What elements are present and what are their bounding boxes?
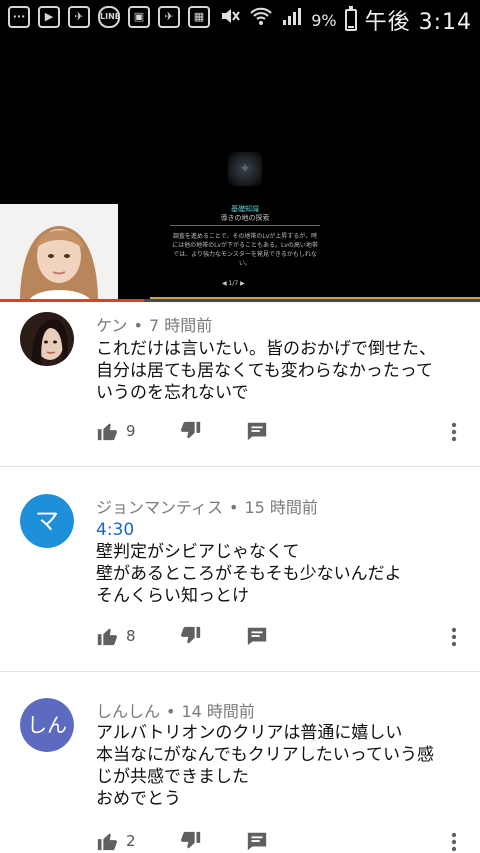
video-timestamp-link[interactable]: 4:30 <box>96 520 134 540</box>
thumbs-up-icon <box>97 833 117 851</box>
comment-meta: しんしん • 14 時間前 <box>96 702 255 721</box>
like-count: 9 <box>126 422 136 440</box>
comment-text: 壁判定がシビアじゃなくて 壁があるところがそもそも少ないんだよ そんくらい知っと… <box>96 542 402 606</box>
reply-icon <box>247 422 267 441</box>
comment-text: アルバトリオンのクリアは普通に嬉しい 本当なにがなんでもクリアしたいっていう感 … <box>96 723 434 809</box>
game-divider <box>170 225 320 226</box>
video-player[interactable]: ✦ 基礎知識 導きの地の探索 調査を進めることで、その地帯のLvが上昇するが、時… <box>0 34 480 302</box>
thumbs-up-icon <box>97 423 117 441</box>
like-count: 8 <box>126 627 136 645</box>
like-button[interactable]: 2 <box>96 830 136 853</box>
game-tutorial-text: 調査を進めることで、その地帯のLvが上昇するが、時には他の地帯のLvが下がること… <box>172 233 318 267</box>
avatar[interactable] <box>20 312 74 366</box>
comment-time: 14 時間前 <box>181 702 255 721</box>
like-count: 2 <box>126 832 136 850</box>
thumbs-up-icon <box>97 628 117 646</box>
game-pager: ◀ 1/7 ▶ <box>222 280 245 287</box>
line-icon: LINE <box>98 6 120 28</box>
battery-icon <box>344 6 357 31</box>
reply-icon <box>247 627 267 646</box>
more-vert-icon <box>451 422 457 442</box>
more-vert-icon <box>451 627 457 647</box>
reply-icon <box>247 832 267 851</box>
youtube-icon: ▶ <box>38 6 60 28</box>
app-icon: ▦ <box>188 6 210 28</box>
comment-actions: 2 <box>96 830 466 853</box>
like-button[interactable]: 9 <box>96 420 136 444</box>
more-notifications-icon: ··· <box>8 6 30 28</box>
wifi-icon <box>249 5 273 35</box>
satellite-off-icon: ✈ <box>158 6 180 28</box>
thumbs-down-icon <box>181 421 201 439</box>
comment-actions: 9 <box>96 420 466 444</box>
comment-author[interactable]: ジョンマンティス <box>96 498 223 517</box>
satellite-icon: ✈ <box>68 6 90 28</box>
reply-button[interactable] <box>246 830 268 853</box>
comment-meta: ジョンマンティス • 15 時間前 <box>96 498 318 517</box>
game-tutorial-subtitle: 導きの地の探索 <box>220 214 270 222</box>
more-options-button[interactable] <box>448 830 460 853</box>
facecam <box>0 204 118 302</box>
notification-icons: ··· ▶ ✈ LINE ▣ ✈ ▦ <box>8 6 210 28</box>
game-emblem-icon: ✦ <box>228 152 262 186</box>
comment-item: しん しんしん • 14 時間前 アルバトリオンのクリアは普通に嬉しい 本当なにがな… <box>0 672 480 853</box>
mute-icon <box>219 5 241 35</box>
comment-author[interactable]: ケン <box>96 316 128 335</box>
like-button[interactable]: 8 <box>96 625 136 649</box>
more-options-button[interactable] <box>448 420 460 444</box>
comment-item: ケン • 7 時間前 これだけは言いたい。皆のおかげで倒せた、 自分は居ても居なくて… <box>0 302 480 466</box>
comment-time: 7 時間前 <box>148 316 213 335</box>
more-vert-icon <box>451 832 457 852</box>
avatar[interactable]: マ <box>20 494 74 548</box>
comment-meta: ケン • 7 時間前 <box>96 316 213 335</box>
dislike-button[interactable] <box>180 830 202 853</box>
status-bar: ··· ▶ ✈ LINE ▣ ✈ ▦ 9% 午後 3:14 <box>0 0 480 36</box>
avatar-letter: マ <box>20 494 74 548</box>
avatar[interactable]: しん <box>20 698 74 752</box>
signal-icon <box>281 5 303 35</box>
comment-item: マ ジョンマンティス • 15 時間前 4:30 壁判定がシビアじゃなくて 壁がある… <box>0 467 480 671</box>
reply-button[interactable] <box>246 625 268 649</box>
comment-author[interactable]: しんしん <box>96 702 160 721</box>
thumbs-down-icon <box>181 626 201 644</box>
comment-actions: 8 <box>96 625 466 649</box>
comment-time: 15 時間前 <box>244 498 318 517</box>
comment-text: これだけは言いたい。皆のおかげで倒せた、 自分は居ても居なくても変わらなかったっ… <box>96 339 436 403</box>
more-options-button[interactable] <box>448 625 460 649</box>
dislike-button[interactable] <box>180 420 202 444</box>
avatar-letter: しん <box>20 698 74 752</box>
image-icon: ▣ <box>128 6 150 28</box>
battery-percent: 9% <box>311 10 337 30</box>
reply-button[interactable] <box>246 420 268 444</box>
clock: 午後 3:14 <box>364 10 472 35</box>
thumbs-down-icon <box>181 831 201 849</box>
system-icons: 9% 午後 3:14 <box>219 4 472 36</box>
dislike-button[interactable] <box>180 625 202 649</box>
